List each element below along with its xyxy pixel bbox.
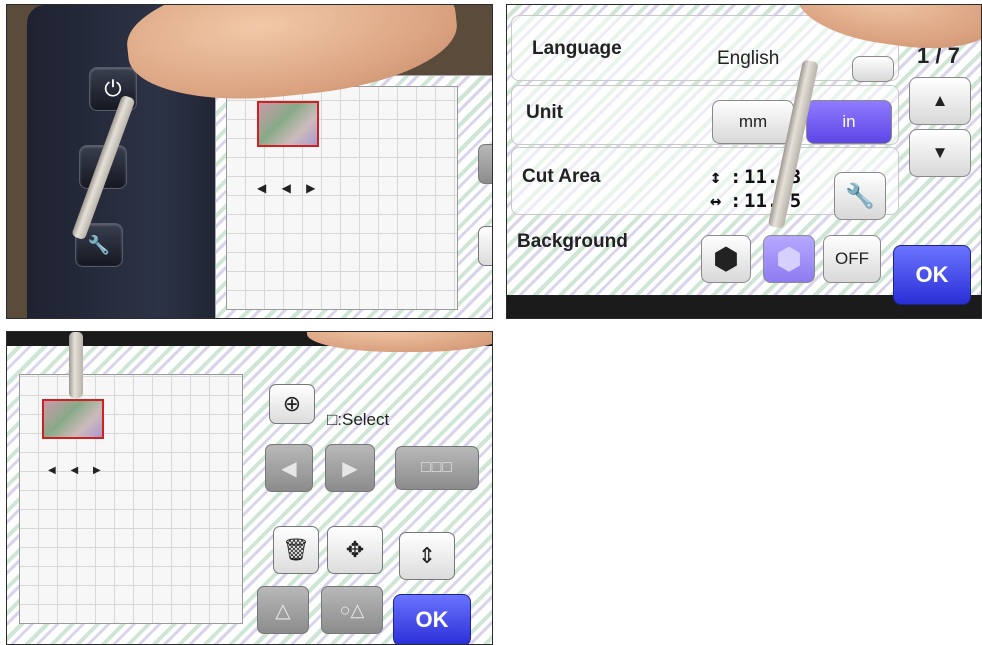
shape-group-icon: ○△ bbox=[339, 599, 365, 620]
zoom-icon: ⊕ bbox=[282, 391, 302, 416]
mat-arrows: ◀ ◀ ▶ bbox=[257, 181, 322, 195]
light-pattern-icon: ⬢ bbox=[775, 242, 803, 276]
select-label: □:Select bbox=[327, 410, 390, 429]
select-all-button[interactable]: □□□ bbox=[395, 446, 479, 490]
side-button[interactable] bbox=[478, 144, 492, 184]
power-icon: ⏻ bbox=[104, 76, 122, 101]
unit-mm-button[interactable]: mm bbox=[712, 100, 794, 144]
delete-button[interactable]: 🗑 bbox=[273, 526, 319, 574]
arrow-right-icon: ▶ bbox=[342, 457, 358, 480]
ok-button[interactable]: OK bbox=[393, 594, 471, 644]
move-icon: ✥ bbox=[345, 537, 365, 562]
arrow-left-icon: ◀ bbox=[281, 457, 297, 480]
background-dark-button[interactable]: ⬢ bbox=[701, 235, 751, 283]
shape-button[interactable]: △ bbox=[257, 586, 309, 634]
mat-arrows: ◀ ◀ ▶ bbox=[48, 465, 107, 476]
shape-group-button[interactable]: ○△ bbox=[321, 586, 383, 634]
photo-panel-machine-buttons: ⏻ ⌂ 🔧 ◀ ◀ ▶ bbox=[6, 4, 493, 319]
previous-button[interactable]: ◀ bbox=[265, 444, 313, 492]
zoom-button[interactable]: ⊕ bbox=[269, 384, 315, 424]
ok-button[interactable]: OK bbox=[893, 245, 971, 305]
photo-panel-edit-screen: ◀ ◀ ▶ ⊕ □:Select ◀ ▶ □□□ 🗑 ✥ ⇕ △ ○△ OK bbox=[6, 331, 493, 645]
settings-screen: Language English Unit mm in Cut Area ↕ :… bbox=[507, 5, 981, 305]
next-button[interactable]: ▶ bbox=[325, 444, 375, 492]
unit-inch-button[interactable]: in bbox=[806, 100, 892, 144]
vertical-arrow-icon: ↕ bbox=[710, 166, 722, 188]
background-label: Background bbox=[517, 231, 628, 252]
horizontal-arrow-icon: ↔ bbox=[710, 190, 722, 212]
trash-icon: 🗑 bbox=[282, 537, 310, 562]
page-up-button[interactable]: ▲ bbox=[909, 77, 971, 125]
dark-pattern-icon: ⬢ bbox=[712, 242, 740, 276]
stylus-pen bbox=[69, 332, 83, 398]
background-off-button[interactable]: OFF bbox=[823, 235, 881, 283]
touch-screen: ◀ ◀ ▶ bbox=[215, 75, 492, 318]
cutting-mat-preview: ◀ ◀ ▶ bbox=[226, 86, 458, 310]
row-unit: Unit mm in bbox=[511, 85, 899, 145]
group-icon: □□□ bbox=[421, 459, 453, 476]
shape-icon: △ bbox=[275, 599, 291, 622]
background-light-button[interactable]: ⬢ bbox=[763, 235, 815, 283]
triangle-down-icon: ▼ bbox=[931, 143, 949, 162]
row-cut-area: Cut Area ↕ : 11.73 ↔ : 11.65 🔧 bbox=[511, 147, 899, 220]
selected-pattern-thumbnail[interactable] bbox=[42, 399, 104, 439]
resize-button[interactable]: ⇕ bbox=[399, 532, 455, 580]
language-value: English bbox=[717, 48, 780, 69]
cutting-mat-preview: ◀ ◀ ▶ bbox=[19, 374, 243, 624]
pattern-thumbnail[interactable] bbox=[257, 101, 319, 147]
move-button[interactable]: ✥ bbox=[327, 526, 383, 574]
wrench-icon: 🔧 bbox=[87, 234, 111, 255]
unit-label: Unit bbox=[526, 102, 563, 123]
cut-area-adjust-button[interactable]: 🔧 bbox=[834, 172, 886, 220]
language-select-button[interactable] bbox=[852, 56, 894, 82]
cut-area-label: Cut Area bbox=[522, 166, 601, 187]
trash-button-partial[interactable] bbox=[478, 226, 492, 266]
row-background: Background ⬢ ⬢ OFF bbox=[511, 221, 899, 287]
photo-panel-settings: Language English Unit mm in Cut Area ↕ :… bbox=[506, 4, 982, 319]
tools-icon: 🔧 bbox=[845, 182, 875, 210]
triangle-up-icon: ▲ bbox=[931, 91, 949, 110]
resize-icon: ⇕ bbox=[417, 543, 437, 568]
page-down-button[interactable]: ▼ bbox=[909, 129, 971, 177]
language-label: Language bbox=[532, 38, 622, 59]
